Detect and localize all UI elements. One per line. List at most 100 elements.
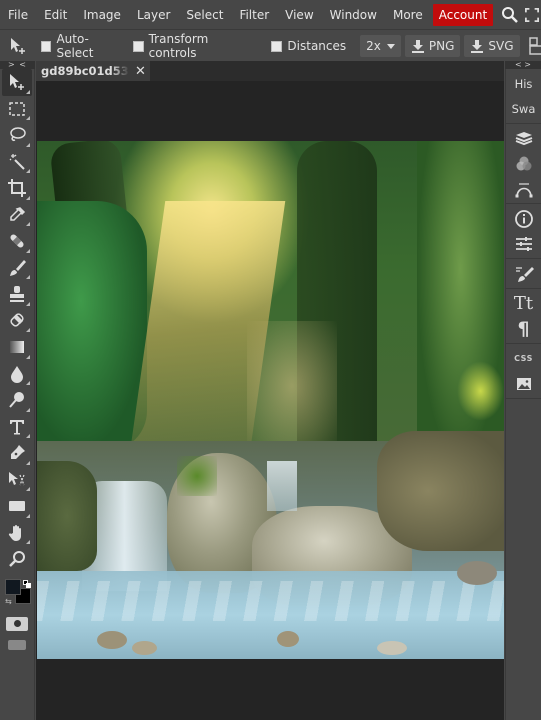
fullscreen-button[interactable] bbox=[525, 0, 540, 30]
panel-group-history: His Swa bbox=[505, 69, 541, 124]
properties-panel-button[interactable] bbox=[506, 231, 541, 256]
auto-select-checkbox[interactable]: Auto-Select bbox=[40, 32, 123, 60]
submenu-indicator bbox=[26, 89, 30, 94]
submenu-indicator bbox=[26, 248, 30, 253]
tool-move[interactable] bbox=[2, 69, 32, 96]
search-button[interactable] bbox=[497, 0, 523, 30]
menu-edit[interactable]: Edit bbox=[36, 0, 75, 30]
collapse-toolbar-button[interactable]: > < bbox=[0, 61, 35, 69]
color-swatches: ⇆ bbox=[2, 577, 32, 611]
info-panel-button[interactable] bbox=[506, 206, 541, 231]
document-tab-bar: gd89bc01d537 ✕ bbox=[36, 61, 504, 81]
export-svg-button[interactable]: SVG bbox=[464, 35, 520, 57]
distances-label: Distances bbox=[287, 39, 347, 53]
tool-eyedropper[interactable] bbox=[2, 202, 32, 229]
panel-layout-button[interactable] bbox=[528, 35, 541, 57]
screen-mode-button[interactable] bbox=[8, 639, 26, 650]
quick-mask-icon bbox=[13, 620, 21, 627]
export-png-button[interactable]: PNG bbox=[404, 35, 461, 57]
foreground-color-swatch[interactable] bbox=[5, 578, 21, 595]
transform-controls-label: Transform controls bbox=[148, 32, 209, 60]
submenu-indicator bbox=[26, 487, 30, 491]
channels-icon bbox=[516, 156, 531, 170]
rectangle-icon bbox=[9, 501, 25, 512]
menu-image[interactable]: Image bbox=[75, 0, 129, 30]
brush-presets-icon bbox=[515, 266, 534, 282]
tool-crop[interactable] bbox=[2, 175, 32, 202]
submenu-indicator bbox=[26, 301, 30, 306]
options-bar: Auto-Select Transform controls Distances… bbox=[0, 31, 541, 61]
history-panel-tab[interactable]: His bbox=[506, 71, 541, 96]
panel-layout-icon bbox=[528, 37, 541, 55]
scale-select[interactable]: 2x bbox=[360, 35, 401, 57]
tool-clone-stamp[interactable] bbox=[2, 281, 32, 308]
export-png-label: PNG bbox=[428, 39, 455, 53]
tool-sponge[interactable] bbox=[2, 387, 32, 414]
swap-colors-icon[interactable]: ⇆ bbox=[5, 597, 12, 606]
tool-zoom[interactable] bbox=[2, 546, 32, 573]
tool-rectangle[interactable] bbox=[2, 493, 32, 520]
tool-blur[interactable] bbox=[2, 361, 32, 388]
close-icon[interactable]: ✕ bbox=[135, 64, 146, 79]
submenu-indicator bbox=[26, 142, 30, 147]
menu-layer[interactable]: Layer bbox=[129, 0, 178, 30]
transform-controls-box[interactable] bbox=[132, 40, 144, 52]
marquee-icon bbox=[9, 102, 25, 116]
css-panel-button[interactable]: CSS bbox=[506, 346, 541, 371]
tool-type[interactable] bbox=[2, 414, 32, 441]
submenu-indicator bbox=[26, 434, 30, 438]
default-colors-button[interactable] bbox=[23, 579, 32, 588]
paragraph-panel-button[interactable]: ¶ bbox=[506, 316, 541, 341]
transform-controls-checkbox[interactable]: Transform controls bbox=[132, 32, 255, 60]
tool-healing-brush[interactable] bbox=[2, 228, 32, 255]
submenu-indicator bbox=[26, 116, 30, 120]
current-tool-indicator[interactable] bbox=[4, 31, 33, 61]
tool-brush[interactable] bbox=[2, 255, 32, 282]
channels-panel-button[interactable] bbox=[506, 151, 541, 176]
tool-marquee[interactable] bbox=[2, 96, 32, 123]
menu-bar: File Edit Image Layer Select Filter View… bbox=[0, 0, 541, 30]
tool-hand[interactable] bbox=[2, 520, 32, 547]
quick-mask-button[interactable] bbox=[6, 616, 28, 631]
gradient-icon bbox=[10, 341, 24, 354]
tool-lasso[interactable] bbox=[2, 122, 32, 149]
tool-path-select[interactable] bbox=[2, 467, 32, 494]
menu-filter[interactable]: Filter bbox=[231, 0, 277, 30]
bandage-icon bbox=[10, 234, 24, 248]
tool-gradient[interactable] bbox=[2, 334, 32, 361]
tool-magic-wand[interactable] bbox=[2, 149, 32, 176]
type-icon bbox=[10, 419, 24, 435]
panels-dock: His Swa Tt ¶ CSS bbox=[505, 69, 541, 720]
brush-presets-panel-button[interactable] bbox=[506, 261, 541, 286]
auto-select-box[interactable] bbox=[40, 40, 52, 52]
tools-panel: ⇆ bbox=[0, 69, 35, 720]
submenu-indicator bbox=[26, 354, 30, 359]
layers-panel-button[interactable] bbox=[506, 126, 541, 151]
account-button[interactable]: Account bbox=[432, 3, 494, 26]
menu-file[interactable]: File bbox=[0, 0, 36, 30]
menu-select[interactable]: Select bbox=[178, 0, 231, 30]
character-panel-button[interactable]: Tt bbox=[506, 291, 541, 316]
menu-more[interactable]: More bbox=[385, 0, 431, 30]
document-tab-name: gd89bc01d537 bbox=[41, 64, 129, 78]
drop-icon bbox=[11, 365, 23, 383]
menu-view[interactable]: View bbox=[277, 0, 321, 30]
tool-pen[interactable] bbox=[2, 440, 32, 467]
collapse-panels-button[interactable]: < > bbox=[505, 61, 541, 69]
menu-window[interactable]: Window bbox=[322, 0, 385, 30]
image-icon bbox=[516, 377, 531, 390]
panel-group-layers bbox=[505, 124, 541, 204]
tool-eraser[interactable] bbox=[2, 308, 32, 335]
fullscreen-icon bbox=[525, 7, 540, 22]
magic-wand-icon bbox=[9, 153, 25, 170]
info-icon bbox=[514, 209, 533, 228]
document-image[interactable] bbox=[37, 141, 504, 659]
canvas-area[interactable] bbox=[36, 81, 504, 720]
image-panel-button[interactable] bbox=[506, 371, 541, 396]
distances-box[interactable] bbox=[271, 40, 283, 52]
swatches-panel-tab[interactable]: Swa bbox=[506, 96, 541, 121]
distances-checkbox[interactable]: Distances bbox=[271, 39, 346, 53]
document-tab[interactable]: gd89bc01d537 ✕ bbox=[36, 61, 150, 81]
paths-panel-button[interactable] bbox=[506, 176, 541, 201]
brush-icon bbox=[10, 259, 26, 276]
